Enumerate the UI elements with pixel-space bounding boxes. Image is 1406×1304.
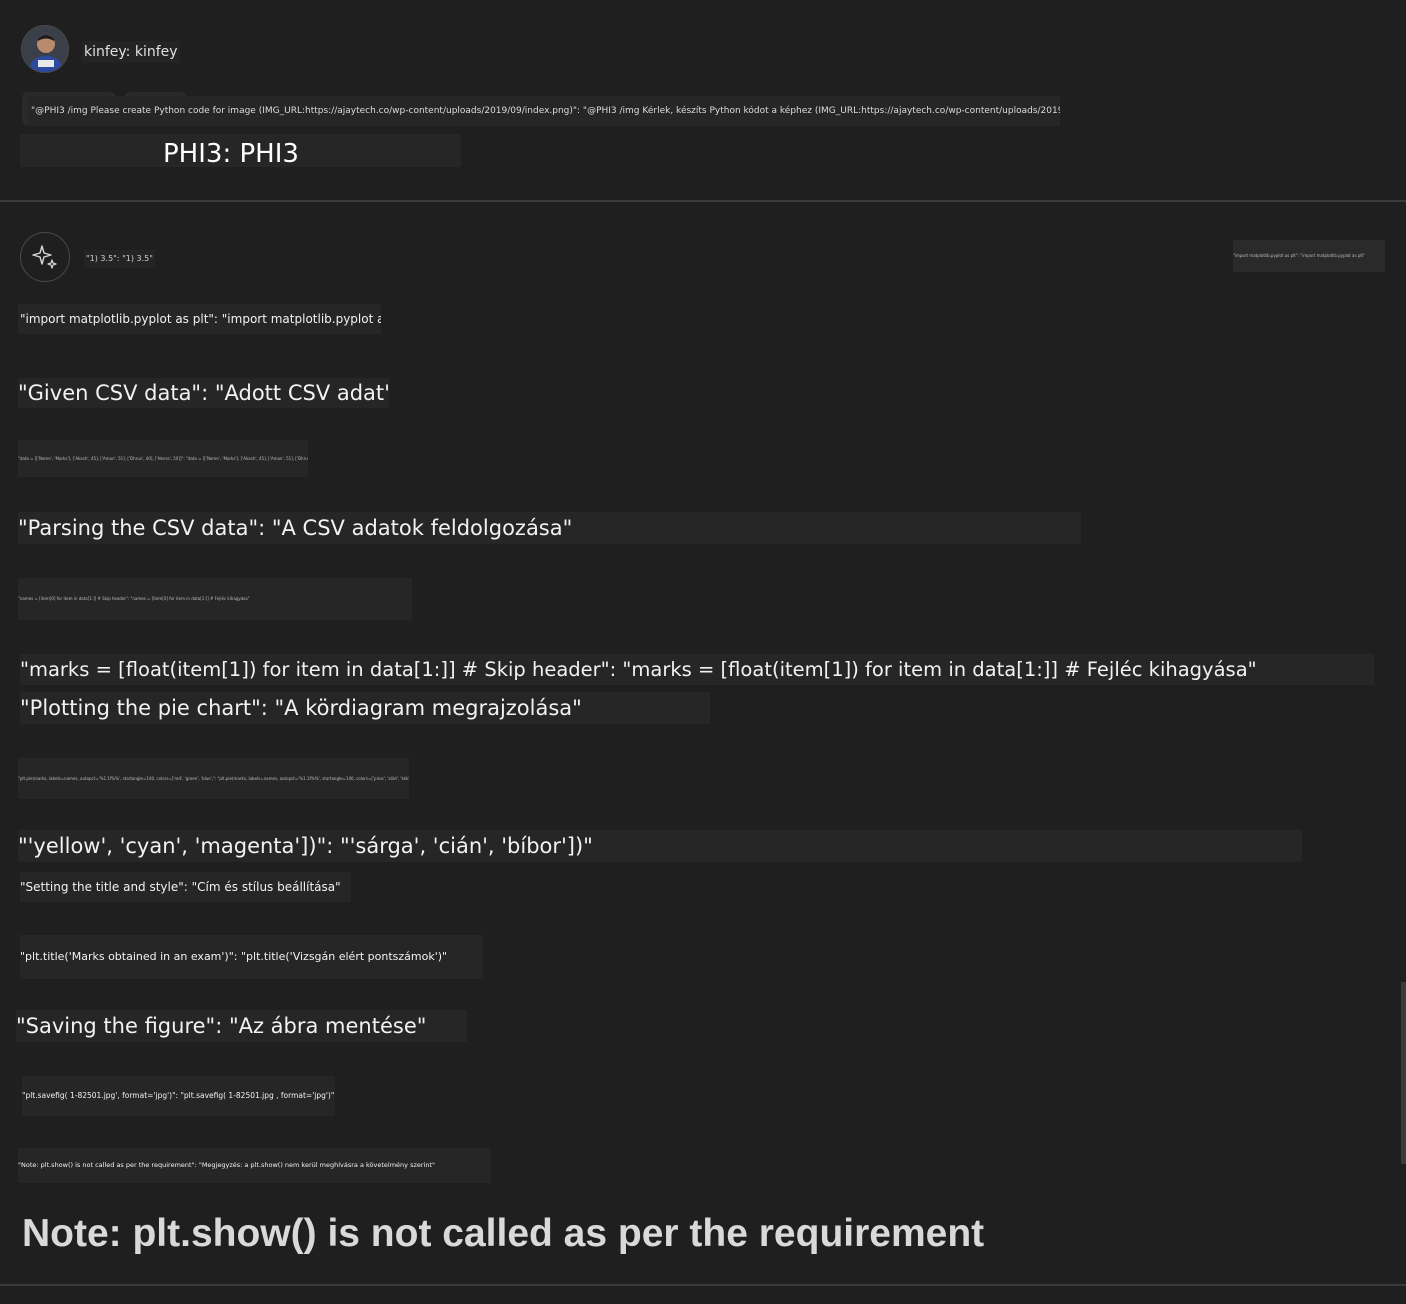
heading-given-csv: "Given CSV data": "Adott CSV adat"	[18, 378, 389, 408]
code-line-pie: "plt.pie(marks, labels=names, autopct='%…	[18, 758, 409, 799]
code-line-import: "import matplotlib.pyplot as plt": "impo…	[18, 304, 381, 334]
user-name: kinfey: kinfey	[82, 41, 180, 63]
heading-parsing: "Parsing the CSV data": "A CSV adatok fe…	[18, 512, 1081, 544]
agent-name: PHI3: PHI3	[163, 139, 299, 169]
code-preview-chip[interactable]: "import matplotlib.pyplot as plt": "impo…	[1233, 240, 1385, 272]
bottom-divider	[0, 1284, 1406, 1286]
bot-avatar	[20, 232, 70, 282]
heading-title-style: "Setting the title and style": "Cím és s…	[20, 872, 351, 902]
final-note: Note: plt.show() is not called as per th…	[22, 1212, 985, 1255]
model-version-tag: "1) 3.5": "1) 3.5"	[84, 250, 155, 268]
code-line-savefig: "plt.savefig( 1-82501.jpg', format='jpg'…	[22, 1076, 335, 1116]
code-line-names: "names = [item[0] for item in data[1:]] …	[18, 578, 412, 620]
code-line-title: "plt.title('Marks obtained in an exam')"…	[20, 935, 483, 979]
message-divider	[0, 200, 1406, 202]
user-photo-icon	[22, 26, 68, 72]
heading-plotting: "Plotting the pie chart": "A kördiagram …	[20, 692, 710, 724]
heading-saving: "Saving the figure": "Az ábra mentése"	[16, 1010, 467, 1042]
user-avatar[interactable]	[21, 25, 69, 73]
code-line-csv-data: "data = [['Name', 'Marks'], ['Akash', 45…	[18, 440, 308, 477]
code-line-marks: "marks = [float(item[1]) for item in dat…	[20, 654, 1374, 685]
scrollbar-thumb[interactable]	[1401, 982, 1406, 1164]
code-line-colors: "'yellow', 'cyan', 'magenta'])": "'sárga…	[18, 830, 1302, 862]
code-line-note: "Note: plt.show() is not called as per t…	[18, 1148, 491, 1183]
user-prompt: "@PHI3 /img Please create Python code fo…	[28, 96, 1060, 126]
sparkle-icon	[32, 245, 57, 269]
